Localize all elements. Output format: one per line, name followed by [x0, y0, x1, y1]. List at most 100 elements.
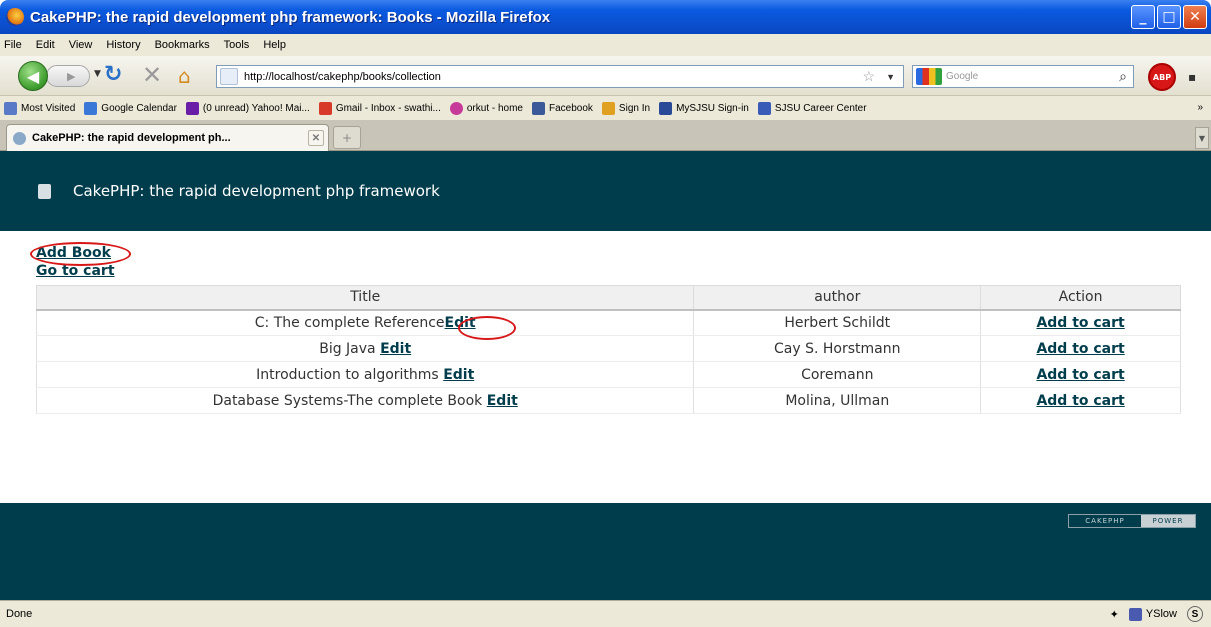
- menu-bar: File Edit View History Bookmarks Tools H…: [0, 34, 1211, 56]
- bookmark-yahoo-mail[interactable]: (0 unread) Yahoo! Mai...: [185, 101, 310, 115]
- page-header-title[interactable]: CakePHP: the rapid development php frame…: [73, 182, 440, 200]
- cakephp-power-badge[interactable]: CAKEPHP POWER: [1068, 514, 1196, 528]
- reload-icon[interactable]: ↻: [104, 62, 122, 87]
- books-table: Title author Action C: The complete Refe…: [35, 285, 1181, 414]
- close-button[interactable]: ✕: [1183, 5, 1207, 29]
- book-title-cell: C: The complete ReferenceEdit: [35, 309, 695, 336]
- edit-link[interactable]: Edit: [380, 341, 411, 357]
- table-row: Introduction to algorithms Edit Coremann…: [35, 361, 1181, 388]
- site-identity-icon[interactable]: [220, 68, 238, 85]
- new-tab-button[interactable]: +: [333, 126, 361, 149]
- menu-history[interactable]: History: [106, 39, 140, 51]
- book-author: Cay S. Horstmann: [693, 335, 982, 362]
- table-row: Database Systems-The complete Book Edit …: [35, 387, 1181, 414]
- column-header-title[interactable]: Title: [35, 285, 695, 311]
- edit-link[interactable]: Edit: [445, 315, 476, 331]
- status-text: Done: [6, 608, 33, 620]
- search-placeholder[interactable]: Google: [946, 71, 978, 82]
- search-engine-icon[interactable]: [916, 68, 942, 85]
- yslow-label: YSlow: [1145, 608, 1177, 620]
- bookmark-most-visited[interactable]: Most Visited: [4, 101, 75, 115]
- firefox-icon: [6, 8, 24, 26]
- cake-logo-icon: [38, 183, 51, 199]
- table-row: Big Java Edit Cay S. Horstmann Add to ca…: [35, 335, 1181, 362]
- action-cell: Add to cart: [980, 387, 1181, 414]
- tab-strip: CakePHP: the rapid development ph... ✕ +…: [0, 120, 1211, 151]
- window-titlebar[interactable]: CakePHP: the rapid development php frame…: [0, 0, 1211, 34]
- book-title: Introduction to algorithms: [256, 366, 439, 383]
- orkut-icon: [449, 101, 463, 115]
- bookmark-star-icon[interactable]: ☆: [862, 68, 875, 85]
- tab-favicon-icon: [13, 131, 26, 145]
- add-to-cart-link[interactable]: Add to cart: [1036, 367, 1124, 383]
- book-title-cell: Introduction to algorithms Edit: [35, 361, 695, 388]
- book-title: Big Java: [319, 340, 376, 357]
- edit-link[interactable]: Edit: [487, 393, 518, 409]
- url-dropdown-icon[interactable]: ▼: [886, 72, 895, 82]
- bookmark-sjsu-career[interactable]: SJSU Career Center: [757, 101, 867, 115]
- menu-file[interactable]: File: [4, 39, 22, 51]
- page-footer: CAKEPHP POWER: [0, 503, 1211, 600]
- powered-badge-left: CAKEPHP: [1069, 515, 1141, 527]
- add-to-cart-link[interactable]: Add to cart: [1036, 393, 1124, 409]
- facebook-icon: [532, 101, 545, 115]
- minimize-button[interactable]: _: [1131, 5, 1155, 29]
- menu-edit[interactable]: Edit: [36, 39, 55, 51]
- tab-books[interactable]: CakePHP: the rapid development ph... ✕: [6, 124, 329, 151]
- url-text[interactable]: http://localhost/cakephp/books/collectio…: [244, 71, 441, 83]
- bookmark-google-calendar[interactable]: Google Calendar: [84, 101, 177, 115]
- menu-help[interactable]: Help: [263, 39, 286, 51]
- book-author: Herbert Schildt: [693, 309, 982, 336]
- bookmark-gmail[interactable]: Gmail - Inbox - swathi...: [318, 101, 441, 115]
- history-dropdown-icon[interactable]: ▼: [94, 69, 101, 79]
- add-book-link[interactable]: Add Book: [36, 244, 115, 262]
- book-title: C: The complete Reference: [254, 314, 445, 331]
- column-header-action: Action: [980, 285, 1181, 311]
- mysjsu-icon: [659, 101, 673, 115]
- bookmarks-overflow-icon[interactable]: »: [1197, 102, 1203, 113]
- yslow-button[interactable]: YSlow: [1128, 607, 1177, 621]
- action-cell: Add to cart: [980, 361, 1181, 388]
- action-cell: Add to cart: [980, 335, 1181, 362]
- adblock-menu-icon[interactable]: ▪: [1188, 70, 1196, 84]
- adblock-plus-icon[interactable]: ABP: [1148, 63, 1176, 91]
- table-row: C: The complete ReferenceEdit Herbert Sc…: [35, 309, 1181, 336]
- yahoo-icon: [185, 101, 199, 115]
- column-header-author[interactable]: author: [693, 285, 982, 311]
- addon-icon[interactable]: ✦: [1110, 608, 1119, 621]
- page-header: CakePHP: the rapid development php frame…: [0, 151, 1211, 231]
- menu-tools[interactable]: Tools: [224, 39, 250, 51]
- calendar-icon: [84, 101, 98, 115]
- stop-icon[interactable]: ✕: [142, 61, 162, 89]
- back-button[interactable]: ◀: [18, 61, 48, 91]
- add-to-cart-link[interactable]: Add to cart: [1036, 315, 1124, 331]
- menu-view[interactable]: View: [69, 39, 93, 51]
- action-cell: Add to cart: [980, 309, 1181, 336]
- tab-list-icon[interactable]: ▼: [1195, 127, 1209, 149]
- tab-close-icon[interactable]: ✕: [308, 130, 324, 146]
- menu-bookmarks[interactable]: Bookmarks: [155, 39, 210, 51]
- bookmark-mysjsu[interactable]: MySJSU Sign-in: [659, 101, 749, 115]
- s-icon[interactable]: S: [1187, 606, 1203, 622]
- book-title-cell: Database Systems-The complete Book Edit: [35, 387, 695, 414]
- forward-button[interactable]: ▶: [46, 65, 90, 87]
- bookmark-orkut[interactable]: orkut - home: [449, 101, 523, 115]
- maximize-button[interactable]: □: [1157, 5, 1181, 29]
- url-bar[interactable]: http://localhost/cakephp/books/collectio…: [216, 65, 904, 88]
- book-title-cell: Big Java Edit: [35, 335, 695, 362]
- home-icon[interactable]: ⌂: [178, 64, 191, 88]
- edit-link[interactable]: Edit: [443, 367, 474, 383]
- gmail-icon: [318, 101, 332, 115]
- tab-label[interactable]: CakePHP: the rapid development ph...: [32, 132, 231, 144]
- navigation-toolbar: ▶ ◀ ▼ ↻ ✕ ⌂ http://localhost/cakephp/boo…: [0, 56, 1211, 96]
- yslow-icon: [1128, 607, 1142, 621]
- bookmarks-toolbar: Most Visited Google Calendar (0 unread) …: [0, 96, 1211, 120]
- go-to-cart-link[interactable]: Go to cart: [36, 262, 115, 280]
- bookmark-facebook[interactable]: Facebook: [532, 101, 593, 115]
- table-header-row: Title author Action: [35, 285, 1181, 311]
- add-to-cart-link[interactable]: Add to cart: [1036, 341, 1124, 357]
- signin-icon: [601, 101, 615, 115]
- bookmark-sign-in[interactable]: Sign In: [601, 101, 650, 115]
- search-bar[interactable]: Google ⌕: [912, 65, 1134, 88]
- search-icon[interactable]: ⌕: [1119, 68, 1127, 85]
